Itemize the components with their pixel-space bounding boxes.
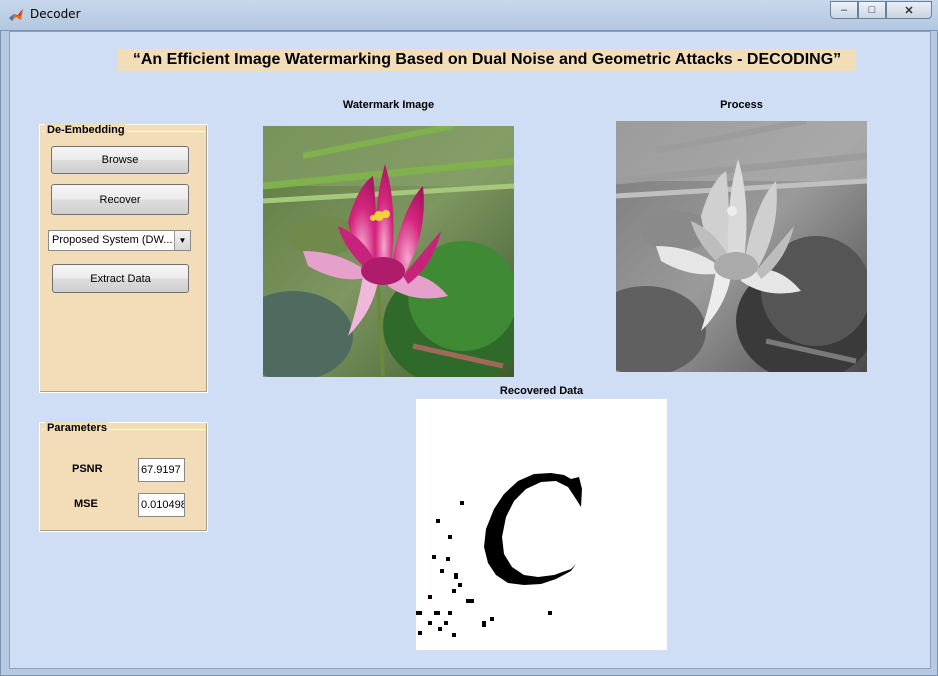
mse-field[interactable]: 0.010498	[138, 493, 185, 517]
watermark-image-title: Watermark Image	[342, 99, 435, 111]
parameters-title: Parameters	[45, 422, 109, 434]
figure-client-area: “An Efficient Image Watermarking Based o…	[9, 31, 931, 669]
parameters-panel: Parameters PSNR 67.9197 MSE 0.010498	[39, 422, 208, 532]
window-frame: “An Efficient Image Watermarking Based o…	[0, 30, 938, 676]
watermark-image	[263, 126, 514, 377]
minimize-icon: –	[840, 4, 848, 16]
matlab-icon	[9, 9, 23, 21]
method-select-value: Proposed System (DW...	[52, 234, 173, 246]
method-select[interactable]: Proposed System (DW... ▼	[48, 230, 191, 251]
lotus-grayscale-image	[616, 121, 867, 372]
de-embedding-panel: De-Embedding Browse Recover Proposed Sys…	[39, 124, 208, 393]
de-embedding-title: De-Embedding	[45, 124, 127, 136]
close-icon: ✕	[904, 4, 914, 17]
minimize-button[interactable]: –	[830, 1, 858, 19]
recover-button[interactable]: Recover	[51, 184, 189, 215]
process-image	[616, 121, 867, 372]
window-titlebar[interactable]: Decoder – □ ✕	[0, 0, 938, 30]
close-button[interactable]: ✕	[886, 1, 932, 19]
chevron-down-icon[interactable]: ▼	[174, 231, 190, 250]
psnr-label: PSNR	[72, 463, 103, 475]
process-image-title: Process	[720, 99, 763, 111]
recovered-data-image	[416, 399, 667, 650]
window-title: Decoder	[30, 7, 81, 21]
psnr-field[interactable]: 67.9197	[138, 458, 185, 482]
lotus-color-image	[263, 126, 514, 377]
recovered-data-title: Recovered Data	[499, 385, 584, 397]
maximize-icon: □	[868, 4, 876, 16]
recovered-watermark-image	[416, 473, 582, 637]
browse-button[interactable]: Browse	[51, 146, 189, 174]
app-banner: “An Efficient Image Watermarking Based o…	[118, 49, 856, 71]
maximize-button[interactable]: □	[858, 1, 886, 19]
extract-data-button[interactable]: Extract Data	[52, 264, 189, 293]
mse-label: MSE	[74, 498, 98, 510]
